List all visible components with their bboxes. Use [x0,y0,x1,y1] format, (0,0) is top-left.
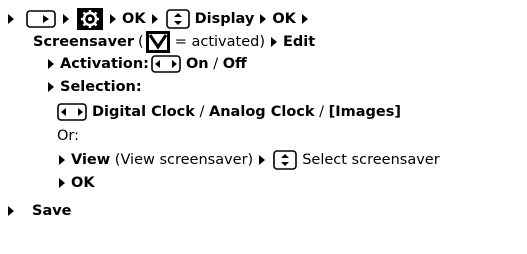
view-label: View [71,152,111,168]
left-right-key-icon [151,55,181,73]
navigation-key-icon [273,150,298,170]
step-arrow-icon [301,14,308,24]
settings-gear-icon [77,8,103,30]
step-arrow-icon [48,82,54,92]
selection-label: Selection: [60,79,142,95]
activated-text: = activated) [174,34,265,50]
or-label: Or: [57,128,80,144]
analog-clock-option: Analog Clock [209,104,315,120]
ok-label: OK [272,11,296,27]
step-line-2: Screensaver ( = activated) Edit [33,31,315,53]
left-right-key-icon [57,103,87,121]
activation-label: Activation: [60,56,149,72]
digital-clock-option: Digital Clock [92,104,195,120]
step-arrow-icon [110,14,116,24]
paren-open: ( [138,34,144,50]
menu-key-icon [26,10,56,28]
step-arrow-icon [59,155,65,165]
step-line-5: Digital Clock / Analog Clock / [Images] [57,102,401,122]
step-arrow-icon [59,178,65,188]
screensaver-label: Screensaver [33,34,135,50]
select-screensaver-text: Select screensaver [302,152,440,168]
step-line-9: Save [6,201,72,221]
on-option: On [185,56,209,72]
step-arrow-icon [270,37,277,47]
step-arrow-icon [63,14,69,24]
step-line-1: OK Display OK [6,8,314,30]
step-line-8: OK [57,173,95,193]
step-arrow-icon [259,155,266,165]
step-arrow-icon [8,14,14,24]
step-arrow-icon [151,14,158,24]
checked-checkbox-icon [145,31,170,53]
display-label: Display [194,11,255,27]
save-label: Save [32,203,72,219]
images-option: [Images] [328,104,402,120]
off-option: Off [222,56,247,72]
ok-label: OK [122,11,146,27]
step-line-3: Activation: On / Off [46,54,247,74]
step-line-6: Or: [57,126,79,146]
edit-label: Edit [282,34,316,50]
step-arrow-icon [8,206,14,216]
navigation-key-icon [165,9,190,29]
view-description: (View screensaver) [110,152,254,168]
step-line-7: View (View screensaver) Select screensav… [57,150,440,170]
separator: / [314,104,329,120]
ok-label: OK [71,175,95,191]
separator: / [194,104,210,120]
step-line-4: Selection: [46,77,142,97]
step-arrow-icon [260,14,267,24]
separator: / [208,56,223,72]
step-arrow-icon [48,59,54,69]
